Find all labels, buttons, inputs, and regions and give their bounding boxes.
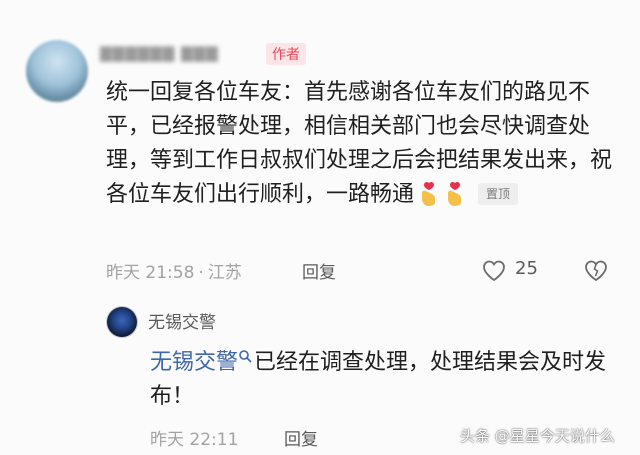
- watermark: 头条 @星星今天说什么: [460, 427, 615, 445]
- dislike-heart-icon[interactable]: [584, 260, 608, 286]
- like-heart-icon[interactable]: [482, 260, 506, 286]
- pin-badge: 置顶: [478, 183, 519, 205]
- reply-button[interactable]: 回复: [302, 258, 336, 283]
- reply-reply-button[interactable]: 回复: [284, 425, 318, 450]
- comment-text: 统一回复各位车友：首先感谢各位车友们的路见不平，已经报警处理，相信相关部门也会尽…: [106, 80, 613, 207]
- reply-username[interactable]: 无锡交警: [148, 308, 216, 333]
- hand-heart-emoji-icon: [444, 181, 466, 207]
- comment-time: 昨天 21:58: [106, 263, 195, 283]
- comment-body: 统一回复各位车友：首先感谢各位车友们的路见不平，已经报警处理，相信相关部门也会尽…: [106, 76, 616, 212]
- like-count: 25: [515, 258, 538, 279]
- hand-heart-emoji-icon: [418, 181, 440, 207]
- reply-time: 昨天 22:11: [150, 430, 239, 450]
- author-badge: 作者: [266, 43, 306, 65]
- avatar[interactable]: [26, 40, 88, 102]
- comment-meta: 昨天 21:58 · 江苏: [106, 258, 246, 283]
- reply-avatar[interactable]: [107, 307, 137, 337]
- reply-body: 无锡交警 已经在调查处理，处理结果会及时发布！: [150, 340, 620, 414]
- meta-separator: ·: [198, 263, 204, 283]
- comment-location: 江苏: [207, 263, 242, 283]
- search-icon[interactable]: [238, 340, 252, 363]
- mention-link[interactable]: 无锡交警: [150, 350, 238, 375]
- username-blurred[interactable]: ▇▇▇▇▇▇ ▇▇▇: [100, 44, 219, 62]
